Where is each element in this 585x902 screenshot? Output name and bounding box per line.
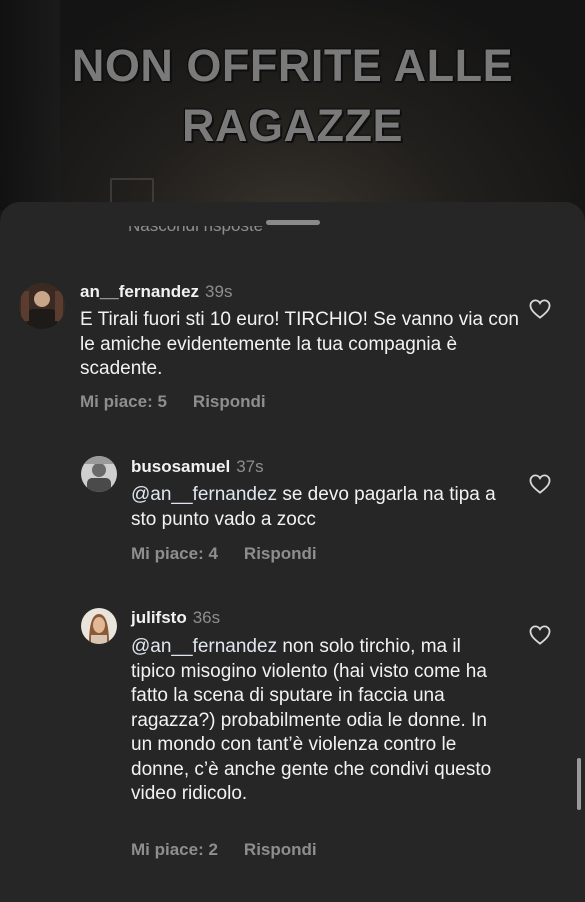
- like-count-button[interactable]: Mi piace: 2: [131, 840, 218, 859]
- reply-button[interactable]: Rispondi: [244, 840, 317, 859]
- video-title-line2: RAGAZZE: [182, 100, 403, 151]
- comment-time: 37s: [236, 457, 264, 476]
- like-count-button[interactable]: Mi piace: 4: [131, 544, 218, 563]
- hide-replies-link[interactable]: Nascondi risposte: [128, 226, 328, 242]
- comment-username[interactable]: an__fernandez 39s: [80, 282, 232, 302]
- avatar[interactable]: [81, 608, 117, 644]
- comment-actions: Mi piace: 2 Rispondi: [131, 840, 317, 860]
- mention-link[interactable]: @an__fernandez: [131, 636, 277, 657]
- sheet-drag-handle[interactable]: [266, 220, 320, 225]
- comment-time: 39s: [205, 282, 233, 301]
- avatar[interactable]: [81, 456, 117, 492]
- comment-text: @an__fernandez se devo pagarla na tipa a…: [131, 484, 496, 530]
- comment-username[interactable]: julifsto 36s: [131, 608, 220, 628]
- heart-outline-icon[interactable]: [529, 625, 551, 645]
- reply-button[interactable]: Rispondi: [193, 392, 266, 411]
- avatar[interactable]: [19, 283, 65, 329]
- comment-actions: Mi piace: 5 Rispondi: [80, 392, 266, 412]
- comment-text: E Tirali fuori sti 10 euro! TIRCHIO! Se …: [80, 309, 519, 379]
- comment-username[interactable]: busosamuel 37s: [131, 457, 264, 477]
- video-overlay-title: NON OFFRITE ALLE RAGAZZE: [0, 36, 585, 156]
- like-count-button[interactable]: Mi piace: 5: [80, 392, 167, 411]
- comments-sheet[interactable]: Nascondi risposte an__fernandez39s E Tir…: [0, 202, 585, 902]
- video-title-line1: NON OFFRITE ALLE: [71, 40, 514, 91]
- reply-button[interactable]: Rispondi: [244, 544, 317, 563]
- heart-outline-icon[interactable]: [529, 474, 551, 494]
- mention-link[interactable]: @an__fernandez: [131, 484, 277, 505]
- heart-outline-icon[interactable]: [529, 299, 551, 319]
- comment-text: @an__fernandez non solo tirchio, ma il t…: [131, 636, 492, 804]
- comment-time: 36s: [192, 608, 221, 627]
- scrollbar[interactable]: [577, 758, 581, 810]
- comment-actions: Mi piace: 4 Rispondi: [131, 544, 317, 564]
